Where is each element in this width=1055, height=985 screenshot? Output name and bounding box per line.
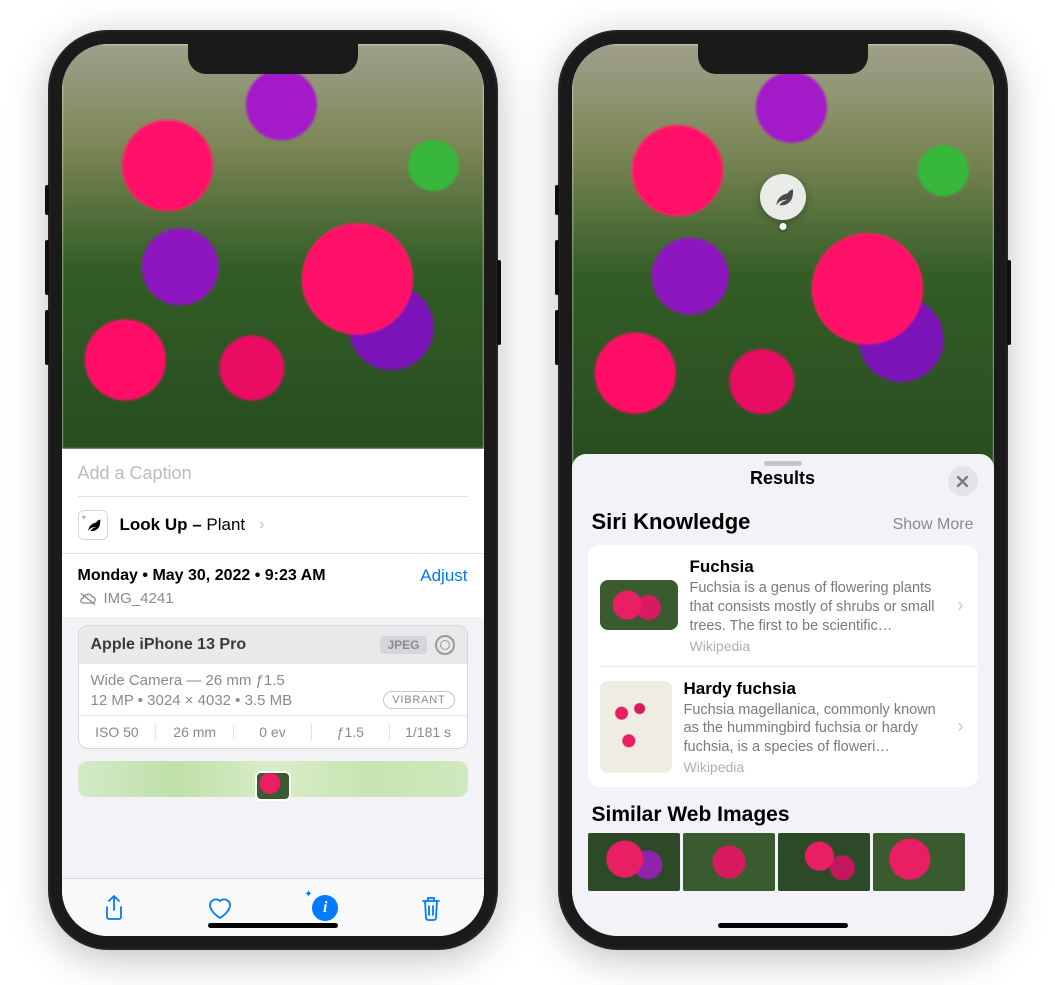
adjust-button[interactable]: Adjust [420,566,467,586]
siri-knowledge-heading: Siri Knowledge [592,509,751,535]
location-map[interactable] [78,761,468,797]
sheet-title: Results [750,468,815,489]
lookup-label: Look Up – Plant [120,515,246,535]
siri-knowledge-card: Fuchsia Fuchsia is a genus of flowering … [588,545,978,787]
leaf-icon [772,186,794,208]
device-name: Apple iPhone 13 Pro [91,636,247,654]
show-more-button[interactable]: Show More [893,516,974,534]
delete-button[interactable] [414,893,448,923]
share-button[interactable] [97,893,131,923]
photo-date: Monday • May 30, 2022 • 9:23 AM [78,567,326,585]
lookup-row[interactable]: ✦ Look Up – Plant › [78,496,468,553]
result-row[interactable]: Fuchsia Fuchsia is a genus of flowering … [588,545,978,666]
photo-preview[interactable] [572,44,994,466]
chevron-right-icon: › [954,716,968,737]
result-thumbnail [600,580,678,630]
close-button[interactable] [948,466,978,496]
caption-input[interactable]: Add a Caption [62,449,484,496]
notch [188,44,358,74]
results-sheet: Results Siri Knowledge Show More Fuchsia… [572,454,994,936]
similar-images-heading: Similar Web Images [572,787,994,833]
home-indicator[interactable] [718,923,848,928]
leaf-icon: ✦ [78,510,108,540]
result-description: Fuchsia is a genus of flowering plants t… [690,579,942,636]
cloud-off-icon [78,591,98,607]
format-badge: JPEG [380,636,426,654]
result-source: Wikipedia [684,759,942,775]
close-icon [956,475,969,488]
result-description: Fuchsia magellanica, commonly known as t… [684,701,942,758]
result-thumbnail [600,681,672,773]
phone-right: Results Siri Knowledge Show More Fuchsia… [558,30,1008,950]
similar-image[interactable] [588,833,680,891]
map-photo-pin [255,771,291,801]
result-title: Fuchsia [690,557,942,577]
home-indicator[interactable] [208,923,338,928]
resolution-info: 12 MP • 3024 × 4032 • 3.5 MB [91,692,293,709]
photo-style-badge: VIBRANT [383,691,454,709]
similar-image[interactable] [778,833,870,891]
chevron-right-icon: › [259,516,264,534]
similar-images-strip[interactable] [572,833,994,891]
notch [698,44,868,74]
similar-image[interactable] [873,833,965,891]
exif-details: ISO 50 26 mm 0 ev ƒ1.5 1/181 s [79,715,467,748]
photo-info-panel: Add a Caption ✦ Look Up – Plant › Monday… [62,449,484,936]
photo-preview[interactable] [62,44,484,449]
result-title: Hardy fuchsia [684,679,942,699]
similar-image[interactable] [683,833,775,891]
visual-lookup-pin[interactable] [760,174,806,220]
phone-left: Add a Caption ✦ Look Up – Plant › Monday… [48,30,498,950]
exif-card: Apple iPhone 13 Pro JPEG Wide Camera — 2… [78,625,468,749]
favorite-button[interactable] [203,893,237,923]
result-source: Wikipedia [690,638,942,654]
result-row[interactable]: Hardy fuchsia Fuchsia magellanica, commo… [600,666,978,788]
filename: IMG_4241 [104,590,174,607]
info-button-active[interactable]: ✦ i [308,893,342,923]
lens-indicator-icon [435,635,455,655]
lens-info: Wide Camera — 26 mm ƒ1.5 [91,672,455,689]
chevron-right-icon: › [954,595,968,616]
